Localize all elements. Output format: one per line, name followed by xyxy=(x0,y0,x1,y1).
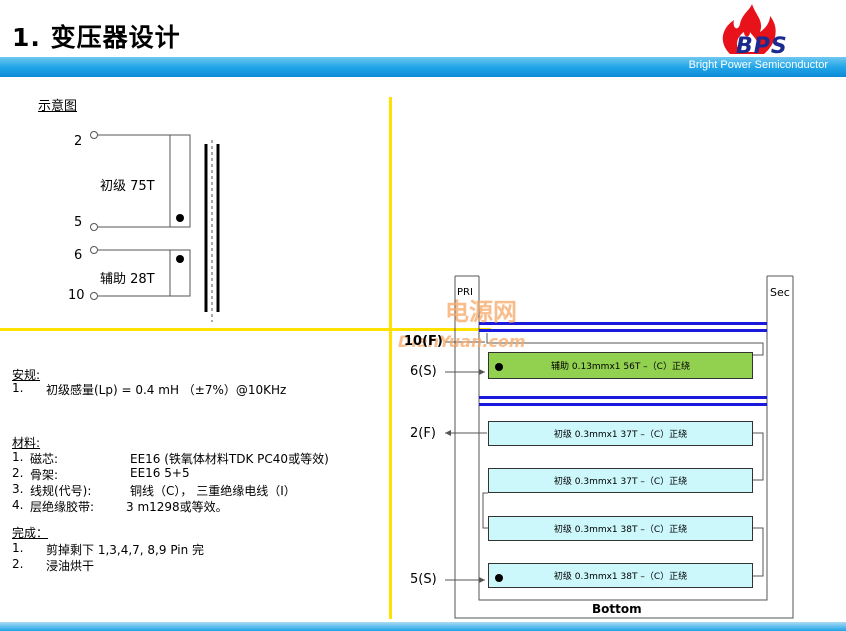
pin-label-10: 10 xyxy=(68,288,85,303)
page-title: 1. 变压器设计 xyxy=(12,23,181,52)
safety-item-text: 初级感量(Lp) = 0.4 mH （±7%）@10KHz xyxy=(46,383,287,397)
pri-label: PRI xyxy=(457,287,473,298)
layer-label: 初级 0.3mmx1 38T –（C）正绕 xyxy=(553,572,688,582)
schematic-label: 示意图 xyxy=(38,99,78,114)
material-name: 骨架: xyxy=(30,468,59,482)
material-num: 4. xyxy=(12,498,24,512)
winding-layer-pri: 初级 0.3mmx1 37T –（C）正绕 xyxy=(488,468,753,493)
winding-pin-10f: 10(F) xyxy=(404,334,443,349)
material-value: 铜线（C）， 三重绝缘电线（I） xyxy=(130,484,296,498)
finish-heading: 完成： xyxy=(12,526,49,540)
pin-label-2: 2 xyxy=(74,134,83,149)
finish-item-num: 2. xyxy=(12,557,24,571)
svg-text:BPS: BPS xyxy=(736,34,788,58)
material-name: 层绝缘胶带: xyxy=(30,500,95,514)
pin-label-6: 6 xyxy=(74,248,83,263)
auxiliary-winding-label: 辅助 28T xyxy=(100,272,155,287)
material-name: 磁芯: xyxy=(30,452,59,466)
watermark-text: 电源网 xyxy=(445,298,517,326)
material-value: 3 m1298或等效。 xyxy=(126,500,228,514)
material-value: EE16 (铁氧体材料TDK PC40或等效) xyxy=(130,452,329,466)
material-num: 1. xyxy=(12,450,24,464)
transformer-schematic xyxy=(90,131,220,322)
winding-layer-pri: 初级 0.3mmx1 38T –（C）正绕 xyxy=(488,516,753,541)
pin-label-5: 5 xyxy=(74,215,83,230)
primary-winding-label: 初级 75T xyxy=(100,179,155,194)
sec-label: Sec xyxy=(770,286,790,299)
material-name: 线规(代号): xyxy=(30,484,92,498)
winding-layer-pri: 初级 0.3mmx1 37T –（C）正绕 xyxy=(488,421,753,446)
footer-bar xyxy=(0,622,846,631)
layer-label: 初级 0.3mmx1 37T –（C）正绕 xyxy=(553,430,688,440)
material-num: 3. xyxy=(12,482,24,496)
winding-layer-aux: 辅助 0.13mmx1 56T –（C）正绕 xyxy=(488,352,753,379)
layer-label: 初级 0.3mmx1 38T –（C）正绕 xyxy=(553,525,688,535)
polarity-dot xyxy=(495,574,503,582)
winding-layer-pri: 初级 0.3mmx1 38T –（C）正绕 xyxy=(488,563,753,588)
safety-item-num: 1. xyxy=(12,381,24,395)
winding-pin-6s: 6(S) xyxy=(410,364,437,379)
divider-vertical xyxy=(389,97,392,619)
finish-item-text: 浸油烘干 xyxy=(46,559,95,573)
layer-label: 初级 0.3mmx1 37T –（C）正绕 xyxy=(553,477,688,487)
winding-pin-5s: 5(S) xyxy=(410,572,437,587)
bottom-label: Bottom xyxy=(592,602,642,616)
layer-label: 辅助 0.13mmx1 56T –（C）正绕 xyxy=(551,362,690,372)
company-name: Bright Power Semiconductor xyxy=(688,59,828,71)
finish-item-text: 剪掉剩下 1,3,4,7, 8,9 Pin 完 xyxy=(46,543,205,557)
bps-logo: BPS xyxy=(722,4,788,58)
material-value: EE16 5+5 xyxy=(130,466,190,480)
materials-heading: 材料: xyxy=(12,436,41,450)
polarity-dot xyxy=(495,363,503,371)
material-num: 2. xyxy=(12,466,24,480)
winding-pin-2f: 2(F) xyxy=(410,426,436,441)
finish-item-num: 1. xyxy=(12,541,24,555)
divider-horizontal-left xyxy=(0,328,391,331)
